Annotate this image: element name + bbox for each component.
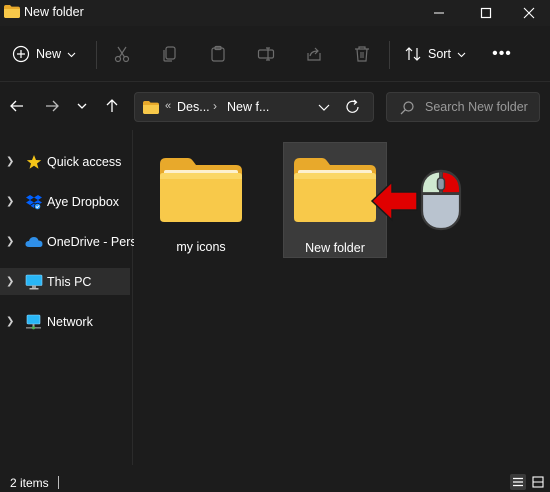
status-bar: 2 items (0, 472, 550, 492)
toolbar-divider (96, 41, 97, 69)
copy-icon (163, 46, 176, 62)
folder-icon (294, 158, 376, 222)
minimize-icon (434, 12, 444, 14)
chevron-down-icon[interactable] (317, 99, 331, 115)
sidebar-item-label: OneDrive - Pers (47, 234, 137, 249)
folder-name: New folder (305, 241, 365, 255)
up-button[interactable] (101, 95, 123, 117)
copy-button[interactable] (159, 43, 181, 65)
trash-icon (355, 46, 369, 62)
details-view-button[interactable] (510, 474, 526, 490)
chevron-right-icon[interactable]: ❯ (6, 276, 14, 287)
item-count: 2 items (10, 476, 49, 490)
sidebar-item-label: Network (47, 314, 93, 329)
details-view-icon (513, 477, 523, 487)
scissors-icon (114, 46, 130, 63)
search-box[interactable] (386, 92, 540, 122)
clipboard-icon (211, 45, 225, 62)
sort-button[interactable]: Sort (404, 43, 466, 65)
sidebar-item-label: This PC (47, 274, 92, 289)
address-bar[interactable]: « Des... › New f... (134, 92, 374, 122)
cut-button[interactable] (111, 43, 133, 65)
minimize-button[interactable] (416, 0, 462, 26)
rename-button[interactable] (255, 43, 277, 65)
folder-icon (4, 5, 20, 18)
overflow-chevron[interactable]: « (165, 100, 171, 112)
chevron-down-icon (67, 52, 76, 57)
more-icon: ••• (492, 45, 512, 62)
folder-icon (143, 101, 159, 114)
mouse-right-click-icon (420, 169, 462, 231)
search-input[interactable] (425, 99, 535, 115)
new-button-label: New (36, 47, 62, 61)
rename-icon (257, 47, 275, 61)
arrow-left-icon (10, 100, 23, 112)
sidebar-item-network[interactable]: ❯ Network (0, 308, 130, 335)
arrow-up-icon (106, 99, 118, 112)
pc-icon (25, 274, 43, 290)
breadcrumb-desktop[interactable]: Des... (177, 100, 210, 114)
close-icon (523, 7, 535, 19)
breadcrumb-new-folder[interactable]: New f... (227, 100, 269, 114)
new-button[interactable]: New (12, 42, 76, 66)
plus-circle-icon (12, 45, 30, 63)
maximize-button[interactable] (463, 0, 509, 26)
status-divider (58, 476, 59, 489)
more-options-button[interactable]: ••• (488, 43, 516, 65)
chevron-right-icon[interactable]: ❯ (6, 196, 14, 207)
file-view: my icons New folder (134, 130, 550, 465)
chevron-down-icon (457, 52, 466, 57)
window-title: New folder (24, 5, 84, 19)
folder-icon (160, 158, 242, 222)
tiles-view-button[interactable] (530, 474, 546, 490)
share-icon (307, 47, 321, 61)
command-bar: New Sort ••• (0, 26, 550, 82)
chevron-down-icon (77, 103, 87, 109)
sidebar-item-quick-access[interactable]: ❯ Quick access (0, 148, 130, 175)
paste-button[interactable] (207, 43, 229, 65)
share-button[interactable] (303, 43, 325, 65)
folder-name: my icons (176, 240, 226, 254)
title-bar: New folder (0, 0, 550, 26)
maximize-icon (480, 7, 492, 19)
forward-button[interactable] (41, 95, 63, 117)
navigation-pane: ❯ Quick access ❯ Aye Dropbox ❯ OneDrive … (0, 130, 137, 465)
refresh-icon[interactable] (345, 98, 361, 116)
breadcrumb-separator[interactable]: › (213, 99, 217, 113)
close-button[interactable] (506, 0, 550, 26)
network-icon (25, 314, 43, 330)
sidebar-item-label: Quick access (47, 154, 122, 169)
sidebar-item-label: Aye Dropbox (47, 194, 120, 209)
folder-item-my-icons[interactable]: my icons (149, 142, 253, 258)
star-icon (25, 154, 43, 170)
sort-icon (405, 47, 421, 61)
recent-locations-button[interactable] (71, 95, 93, 117)
sidebar-item-this-pc[interactable]: ❯ This PC (0, 268, 130, 295)
chevron-right-icon[interactable]: ❯ (6, 316, 14, 327)
toolbar-divider (389, 41, 390, 69)
red-arrow-icon (370, 180, 418, 222)
sort-button-label: Sort (428, 47, 451, 61)
dropbox-icon (25, 194, 43, 210)
back-button[interactable] (6, 95, 28, 117)
onedrive-icon (25, 234, 43, 250)
chevron-right-icon[interactable]: ❯ (6, 236, 14, 247)
arrow-right-icon (46, 100, 59, 112)
search-icon (400, 101, 414, 115)
delete-button[interactable] (351, 43, 373, 65)
chevron-right-icon[interactable]: ❯ (6, 156, 14, 167)
sidebar-item-onedrive[interactable]: ❯ OneDrive - Pers (0, 228, 137, 255)
sidebar-item-dropbox[interactable]: ❯ Aye Dropbox (0, 188, 130, 215)
tiles-view-icon (532, 476, 544, 488)
